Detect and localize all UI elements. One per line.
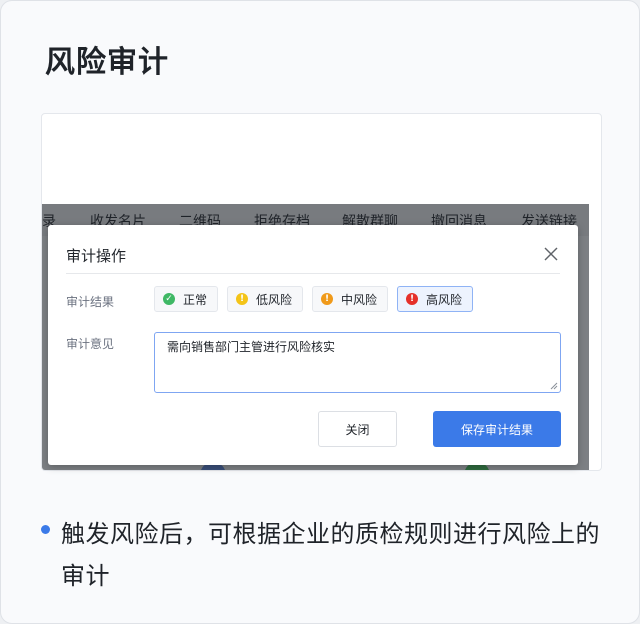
option-low-risk[interactable]: ! 低风险 <box>227 286 304 312</box>
audit-result-label: 审计结果 <box>66 295 115 309</box>
close-button[interactable]: 关闭 <box>318 411 397 447</box>
close-icon[interactable] <box>542 245 560 263</box>
audit-opinion-label: 审计意见 <box>66 337 115 351</box>
save-audit-result-button[interactable]: 保存审计结果 <box>433 411 561 447</box>
exclamation-yellow-icon: ! <box>236 293 249 305</box>
exclamation-orange-icon: ! <box>321 293 334 305</box>
risk-level-options: ✓ 正常 ! 低风险 ! 中风险 ! 高风险 <box>154 286 474 312</box>
option-label: 中风险 <box>341 292 378 307</box>
exclamation-red-icon: ! <box>406 293 419 305</box>
feature-card: 风险审计 录 收发名片 二维码 拒绝存档 解散群聊 撤回消息 发送链接 审计操作… <box>0 0 640 624</box>
option-label: 正常 <box>183 292 208 307</box>
bullet-dot <box>41 525 50 534</box>
option-label: 高风险 <box>426 292 463 307</box>
page-title: 风险审计 <box>45 45 169 80</box>
textarea-value: 需向销售部门主管进行风险核实 <box>167 340 336 354</box>
option-high-risk[interactable]: ! 高风险 <box>397 286 474 312</box>
divider <box>66 273 560 274</box>
option-label: 低风险 <box>256 292 293 307</box>
check-circle-icon: ✓ <box>163 293 175 305</box>
dialog-title: 审计操作 <box>66 247 127 265</box>
feature-description: 触发风险后，可根据企业的质检规则进行风险上的审计 <box>61 520 600 590</box>
resize-handle-icon[interactable] <box>550 382 558 390</box>
audit-dialog: 审计操作 审计结果 ✓ 正常 ! 低风险 ! 中风险 ! 高风险 审计意见 需向… <box>48 225 578 465</box>
audit-opinion-textarea[interactable]: 需向销售部门主管进行风险核实 <box>154 332 561 393</box>
option-medium-risk[interactable]: ! 中风险 <box>312 286 389 312</box>
option-normal[interactable]: ✓ 正常 <box>154 286 219 312</box>
